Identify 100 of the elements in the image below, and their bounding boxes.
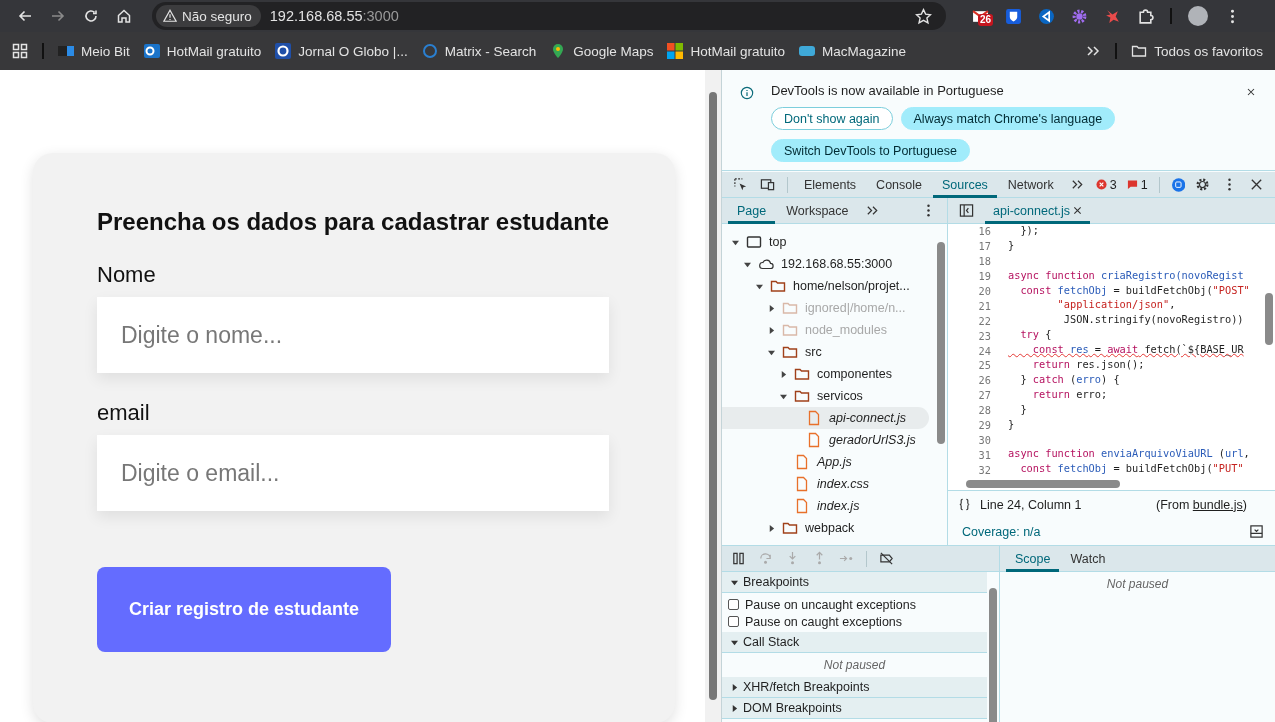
back-icon[interactable] (16, 8, 33, 24)
scrollbar-thumb[interactable] (937, 242, 945, 444)
device-icon[interactable] (760, 177, 775, 192)
bookmark[interactable]: HotMail gratuito (667, 43, 785, 59)
apps-grid-icon[interactable] (12, 43, 28, 59)
close-icon[interactable] (1073, 206, 1083, 215)
line-number: 18 (977, 255, 991, 268)
error-count[interactable]: 3 (1095, 177, 1117, 192)
tree-item[interactable]: servicos (722, 385, 935, 407)
sidebar-tab[interactable]: Watch (1061, 545, 1115, 572)
code-line: const res = await fetch(`${BASE_UR (1031, 343, 1244, 358)
navigator-tab[interactable]: Page (728, 197, 776, 224)
empty-message: Not paused (1105, 576, 1170, 593)
scrollbar-thumb[interactable] (966, 480, 1120, 488)
input-field[interactable]: Digite o email... (97, 435, 609, 511)
checkbox-label: Pause on caught exceptions (745, 614, 903, 629)
section-header[interactable]: XHR/fetch Breakpoints (722, 677, 987, 698)
tree-item[interactable]: top (722, 231, 935, 253)
bookmark[interactable]: HotMail gratuito (143, 43, 262, 59)
tree-item[interactable]: api-connect.js (722, 407, 929, 429)
devtools-tab[interactable]: Network (998, 171, 1063, 198)
collapsed-arrow-icon[interactable] (768, 304, 775, 312)
security-chip[interactable]: Não seguro (156, 5, 261, 27)
section-header[interactable]: Breakpoints (722, 572, 987, 593)
address-bar[interactable]: Não seguro 192.168.68.55:3000 (152, 2, 946, 30)
bookmark[interactable]: Meio Bit (58, 43, 130, 59)
banner-button[interactable]: Don't show again (771, 107, 893, 130)
expanded-arrow-icon[interactable] (768, 348, 775, 356)
code-line: return erro; (1031, 387, 1108, 402)
input-field[interactable]: Digite o nome... (97, 297, 609, 373)
code-logo-icon[interactable] (1038, 7, 1055, 25)
tree-item[interactable]: componentes (722, 363, 935, 385)
shield-icon[interactable] (1005, 7, 1022, 25)
inspect-icon[interactable] (733, 177, 748, 192)
square-logo-icon (143, 43, 160, 59)
sidebar-tab[interactable]: Scope (1006, 545, 1060, 572)
deactivate-breakpoints-icon[interactable] (879, 551, 894, 566)
expanded-arrow-icon[interactable] (732, 238, 739, 246)
window-icon (746, 234, 762, 250)
collapsed-arrow-icon[interactable] (768, 326, 775, 334)
reload-icon[interactable] (82, 8, 99, 24)
scrollbar-thumb[interactable] (989, 588, 997, 722)
field-label: email (97, 401, 151, 425)
checkbox[interactable] (728, 616, 739, 627)
section-header[interactable]: Call Stack (722, 632, 987, 653)
home-icon[interactable] (115, 8, 132, 24)
line-number: 26 (977, 374, 991, 387)
source-link[interactable]: bundle.js (1192, 497, 1243, 512)
issue-count[interactable]: 1 (1126, 177, 1148, 192)
banner-button[interactable]: Always match Chrome's language (900, 107, 1116, 130)
info-icon (740, 86, 754, 100)
rounded-logo-icon (799, 43, 815, 59)
star-icon[interactable] (915, 7, 932, 25)
section-header[interactable]: DOM Breakpoints (722, 698, 987, 719)
avatar[interactable] (1188, 6, 1208, 26)
expanded-arrow-icon[interactable] (756, 282, 763, 290)
all-bookmarks-folder[interactable]: Todos os favoritos (1131, 43, 1263, 59)
sidebar-toggle-icon[interactable] (959, 203, 974, 218)
expanded-arrow-icon[interactable] (780, 392, 787, 400)
scrollbar-thumb[interactable] (709, 92, 717, 700)
bookmark[interactable]: Matrix - Search (421, 43, 537, 59)
code-line: async function criaRegistro(novoRegist (1008, 268, 1244, 283)
bookmark[interactable]: Google Maps (550, 43, 654, 59)
close-icon[interactable] (1249, 177, 1264, 192)
tree-item[interactable]: index.js (722, 495, 935, 517)
checkbox[interactable] (728, 599, 739, 610)
tree-item[interactable]: geradorUrlS3.js (722, 429, 935, 451)
empty-message: Not paused (822, 657, 887, 674)
folder-icon (782, 344, 798, 360)
code-line: async function enviaArquivoViaURL (url, (1008, 447, 1250, 462)
puzzle-icon[interactable] (1137, 7, 1154, 25)
tree-item[interactable]: 192.168.68.55:3000 (722, 253, 935, 275)
bookmark[interactable]: MacMagazine (799, 43, 907, 59)
gear-icon[interactable] (1071, 7, 1088, 25)
expanded-arrow-icon[interactable] (744, 260, 751, 268)
collapsed-arrow-icon[interactable] (768, 524, 775, 532)
code-line: }); (1019, 224, 1039, 238)
tree-item[interactable]: index.css (722, 473, 935, 495)
submit-button[interactable]: Criar registro de estudante (97, 567, 391, 652)
braces-icon[interactable] (957, 497, 972, 512)
tree-item[interactable]: home/nelson/projet... (722, 275, 935, 297)
code-line: const fetchObj = buildFetchObj("PUT" (1019, 462, 1244, 477)
scrollbar-thumb[interactable] (1265, 293, 1273, 345)
close-icon[interactable] (1245, 86, 1257, 98)
settings-icon[interactable] (1195, 177, 1210, 192)
drawer-toggle-icon[interactable] (1249, 524, 1264, 539)
tree-item[interactable]: App.js (722, 451, 935, 473)
tree-item[interactable]: src (722, 341, 935, 363)
devtools-tab[interactable]: Elements (795, 171, 866, 198)
navigator-tab[interactable]: Workspace (777, 197, 858, 224)
code-line: const fetchObj = buildFetchObj("POST" (1019, 283, 1250, 298)
pause-icon[interactable] (731, 551, 746, 566)
collapsed-arrow-icon[interactable] (780, 370, 787, 378)
forward-icon[interactable] (49, 8, 66, 24)
banner-button[interactable]: Switch DevTools to Portuguese (771, 139, 970, 162)
bookmark[interactable]: Jornal O Globo |... (275, 43, 408, 59)
line-number: 24 (977, 344, 991, 357)
tree-item[interactable]: webpack (722, 517, 935, 539)
devtools-tab[interactable]: Console (867, 171, 931, 198)
file-icon (806, 410, 822, 426)
